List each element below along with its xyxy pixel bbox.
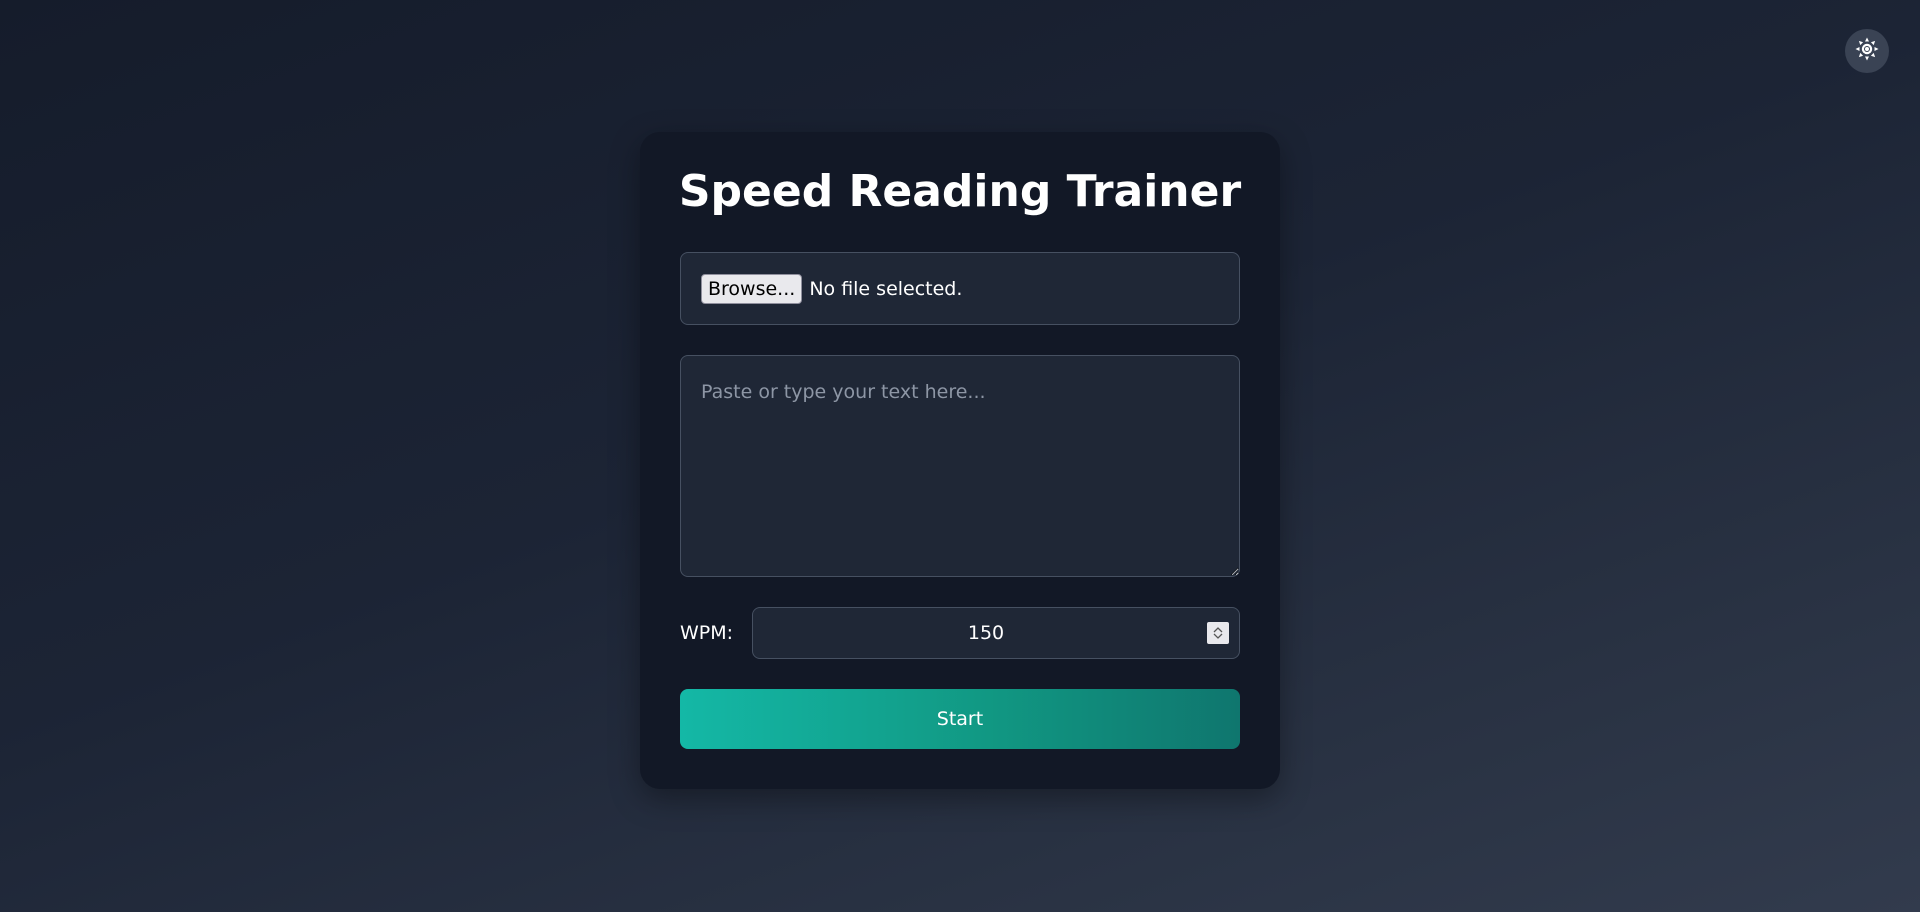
wpm-stepper[interactable]: [1207, 622, 1229, 644]
wpm-value[interactable]: 150: [968, 622, 1004, 644]
chevron-up-icon[interactable]: [1213, 626, 1223, 633]
theme-toggle-button[interactable]: [1845, 29, 1889, 73]
wpm-label: WPM:: [680, 622, 734, 644]
browse-button[interactable]: Browse...: [701, 273, 803, 304]
file-input[interactable]: Browse... No file selected.: [680, 252, 1240, 325]
file-status-text: No file selected.: [809, 277, 963, 300]
text-input[interactable]: [680, 355, 1240, 577]
page-title: Speed Reading Trainer: [678, 166, 1242, 217]
sun-icon: [1855, 37, 1879, 65]
start-button[interactable]: Start: [680, 689, 1240, 749]
wpm-row: WPM: 150: [680, 607, 1240, 659]
wpm-input[interactable]: 150: [752, 607, 1240, 659]
trainer-card: Speed Reading Trainer Browse... No file …: [640, 132, 1280, 789]
chevron-down-icon[interactable]: [1213, 633, 1223, 640]
